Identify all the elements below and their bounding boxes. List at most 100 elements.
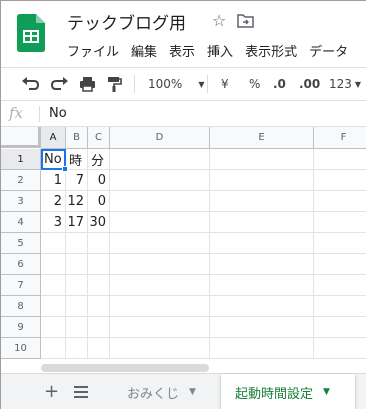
all-sheets-menu-icon[interactable] [74, 386, 88, 398]
star-icon[interactable]: ☆ [212, 11, 226, 30]
column-header-a[interactable]: A [41, 127, 66, 149]
cell-d4[interactable] [110, 212, 210, 233]
cell-d9[interactable] [110, 317, 210, 338]
cell-b6[interactable] [66, 254, 88, 275]
redo-icon[interactable] [51, 76, 69, 92]
cell-a7[interactable] [41, 275, 66, 296]
cell-d6[interactable] [110, 254, 210, 275]
cell-e3[interactable] [210, 191, 314, 212]
row-header-3[interactable]: 3 [1, 191, 41, 212]
cell-f1[interactable] [314, 149, 366, 170]
cell-a10[interactable] [41, 338, 66, 359]
cell-c8[interactable] [88, 296, 110, 317]
cell-c5[interactable] [88, 233, 110, 254]
increase-decimal-button[interactable]: .00 [299, 68, 320, 100]
row-header-6[interactable]: 6 [1, 254, 41, 275]
cell-a9[interactable] [41, 317, 66, 338]
row-header-10[interactable]: 10 [1, 338, 41, 359]
cell-a3[interactable]: 2 [41, 191, 66, 212]
cell-d2[interactable] [110, 170, 210, 191]
paint-format-icon[interactable] [107, 76, 122, 93]
row-header-1[interactable]: 1 [1, 149, 41, 170]
cell-d1[interactable] [110, 149, 210, 170]
menu-insert[interactable]: 挿入 [207, 41, 233, 60]
menu-view[interactable]: 表示 [169, 41, 195, 60]
cell-e1[interactable] [210, 149, 314, 170]
menu-edit[interactable]: 編集 [131, 41, 157, 60]
cell-f5[interactable] [314, 233, 366, 254]
row-header-2[interactable]: 2 [1, 170, 41, 191]
cell-e2[interactable] [210, 170, 314, 191]
cell-e4[interactable] [210, 212, 314, 233]
document-title[interactable]: テックブログ用 [67, 9, 186, 34]
column-header-d[interactable]: D [110, 127, 210, 149]
cell-d10[interactable] [110, 338, 210, 359]
cell-b8[interactable] [66, 296, 88, 317]
sheet-tab-startup-time[interactable]: 起動時間設定 ▼ [221, 374, 355, 409]
row-header-8[interactable]: 8 [1, 296, 41, 317]
sheet-tab-omikuji[interactable]: おみくじ ▼ [113, 374, 217, 409]
cell-a8[interactable] [41, 296, 66, 317]
cell-e7[interactable] [210, 275, 314, 296]
cell-f3[interactable] [314, 191, 366, 212]
cell-a2[interactable]: 1 [41, 170, 66, 191]
sheets-logo-icon[interactable] [17, 14, 45, 52]
cell-d3[interactable] [110, 191, 210, 212]
chevron-down-icon[interactable]: ▼ [323, 387, 330, 397]
currency-format-button[interactable]: ¥ [221, 68, 229, 100]
formula-input[interactable]: No [49, 106, 67, 121]
cell-e8[interactable] [210, 296, 314, 317]
cell-f10[interactable] [314, 338, 366, 359]
decrease-decimal-button[interactable]: .0 [273, 68, 286, 100]
cell-a6[interactable] [41, 254, 66, 275]
cell-d8[interactable] [110, 296, 210, 317]
cell-b5[interactable] [66, 233, 88, 254]
cell-f4[interactable] [314, 212, 366, 233]
cell-c9[interactable] [88, 317, 110, 338]
menu-data[interactable]: データ [309, 41, 348, 60]
cell-c4[interactable]: 30 [88, 212, 110, 233]
menu-file[interactable]: ファイル [67, 41, 119, 60]
horizontal-scrollbar[interactable] [41, 363, 366, 373]
cell-c3[interactable]: 0 [88, 191, 110, 212]
select-all-corner[interactable] [1, 127, 41, 148]
menu-format[interactable]: 表示形式 [245, 41, 297, 60]
cell-d5[interactable] [110, 233, 210, 254]
cell-e9[interactable] [210, 317, 314, 338]
cell-e10[interactable] [210, 338, 314, 359]
cell-f7[interactable] [314, 275, 366, 296]
print-icon[interactable] [79, 76, 96, 92]
column-header-f[interactable]: F [314, 127, 366, 149]
scrollbar-thumb[interactable] [41, 364, 209, 372]
row-header-5[interactable]: 5 [1, 233, 41, 254]
cell-f9[interactable] [314, 317, 366, 338]
cell-c7[interactable] [88, 275, 110, 296]
row-header-4[interactable]: 4 [1, 212, 41, 233]
fill-handle[interactable] [62, 166, 68, 172]
spreadsheet-grid[interactable]: A B C D E F 1 No 時分 2 1 7 0 3 2 12 0 4 3 17 30 5 6 7 8 9 10 [1, 127, 366, 363]
cell-c6[interactable] [88, 254, 110, 275]
chevron-down-icon[interactable]: ▼ [189, 387, 196, 397]
cell-c1[interactable]: 分 [88, 149, 110, 170]
cell-e6[interactable] [210, 254, 314, 275]
column-header-b[interactable]: B [66, 127, 88, 149]
cell-b3[interactable]: 12 [66, 191, 88, 212]
cell-a5[interactable] [41, 233, 66, 254]
percent-format-button[interactable]: % [249, 68, 260, 100]
column-header-e[interactable]: E [210, 127, 314, 149]
more-formats-button[interactable]: 123 ▼ [329, 68, 361, 100]
cell-d7[interactable] [110, 275, 210, 296]
cell-c10[interactable] [88, 338, 110, 359]
row-header-7[interactable]: 7 [1, 275, 41, 296]
zoom-select[interactable]: 100% ▼ [148, 68, 204, 100]
cell-b2[interactable]: 7 [66, 170, 88, 191]
cell-b4[interactable]: 17 [66, 212, 88, 233]
cell-a4[interactable]: 3 [41, 212, 66, 233]
cell-b1[interactable]: 時 [66, 149, 88, 170]
column-header-c[interactable]: C [88, 127, 110, 149]
cell-b7[interactable] [66, 275, 88, 296]
cell-f8[interactable] [314, 296, 366, 317]
cell-f6[interactable] [314, 254, 366, 275]
move-to-folder-icon[interactable] [237, 13, 254, 28]
cell-b9[interactable] [66, 317, 88, 338]
